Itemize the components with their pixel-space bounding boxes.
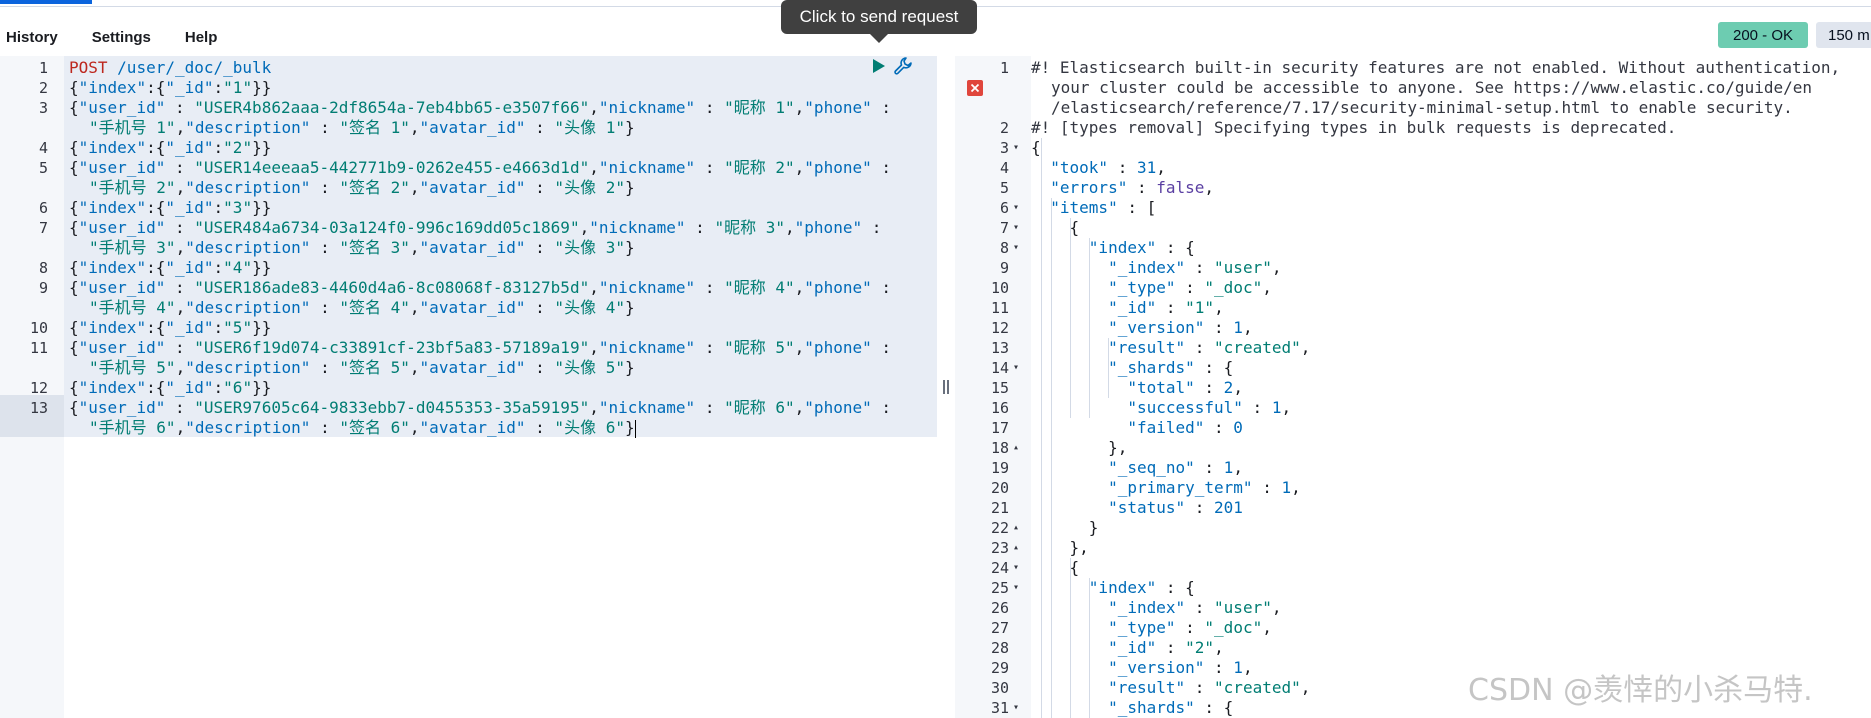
text-cursor xyxy=(634,419,636,438)
doc-description: 签名 5 xyxy=(348,358,401,377)
active-tab-indicator xyxy=(0,0,92,4)
id-value: 1 xyxy=(1194,298,1205,317)
result-value: created xyxy=(1223,678,1292,697)
doc-nickname: 昵称 4 xyxy=(733,278,786,297)
shards-failed-value: 0 xyxy=(1233,418,1243,437)
doc-avatar-id: 头像 6 xyxy=(564,418,616,437)
doc-nickname: 昵称 2 xyxy=(733,158,786,177)
doc-phone: 手机号 4 xyxy=(98,298,166,317)
doc-id: 1 xyxy=(232,78,243,97)
doc-description: 签名 3 xyxy=(348,238,401,257)
index-value: user xyxy=(1223,258,1263,277)
status-badge: 200 - OK xyxy=(1718,22,1808,48)
menu-help[interactable]: Help xyxy=(185,29,218,46)
send-request-tooltip: Click to send request xyxy=(781,0,977,34)
doc-nickname: 昵称 5 xyxy=(733,338,786,357)
deprecation-warning-line: #! [types removal] Specifying types in b… xyxy=(1031,118,1677,137)
type-value: _doc xyxy=(1214,618,1253,637)
wrench-icon[interactable] xyxy=(893,56,913,76)
doc-user-id: USER484a6734-03a124f0-996c169dd05c1869 xyxy=(203,218,570,237)
type-value: _doc xyxy=(1214,278,1253,297)
doc-id: 4 xyxy=(232,258,243,277)
doc-user-id: USER6f19d074-c33891cf-23bf5a83-57189a19 xyxy=(203,338,580,357)
shards-total-value: 2 xyxy=(1223,378,1234,397)
doc-description: 签名 1 xyxy=(348,118,401,137)
doc-user-id: USER186ade83-4460d4a6-8c08068f-83127b5d xyxy=(203,278,580,297)
security-warning-line: #! Elasticsearch built-in security featu… xyxy=(1031,58,1841,77)
doc-user-id: USER97605c64-9833ebb7-d0455353-35a59195 xyxy=(203,398,580,417)
doc-phone: 手机号 2 xyxy=(98,178,166,197)
doc-id: 2 xyxy=(232,138,243,157)
play-icon[interactable] xyxy=(870,56,888,76)
http-method: POST xyxy=(69,58,108,77)
version-value: 1 xyxy=(1233,658,1243,677)
primary-term-value: 1 xyxy=(1281,478,1292,497)
doc-phone: 手机号 1 xyxy=(98,118,166,137)
doc-description: 签名 2 xyxy=(348,178,401,197)
took-value: 31 xyxy=(1136,158,1157,177)
doc-nickname: 昵称 3 xyxy=(724,218,776,237)
result-value: created xyxy=(1223,338,1292,357)
resize-grip-icon xyxy=(943,380,949,394)
console-menu: History Settings Help xyxy=(0,22,245,52)
doc-phone: 手机号 3 xyxy=(98,238,166,257)
index-value: user xyxy=(1223,598,1263,617)
version-value: 1 xyxy=(1233,318,1243,337)
request-editor[interactable]: 1 POST /user/_doc/_bulk 2 {"index":{"_id":… xyxy=(0,56,937,718)
doc-id: 5 xyxy=(232,318,243,337)
watermark: CSDN @羡悻的小杀马特. xyxy=(1468,673,1813,708)
error-icon xyxy=(967,80,983,96)
doc-user-id: USER4b862aaa-2df8654a-7eb4bb65-e3507f66 xyxy=(203,98,580,117)
menu-history[interactable]: History xyxy=(6,29,58,46)
doc-id: 6 xyxy=(232,378,243,397)
doc-avatar-id: 头像 5 xyxy=(564,358,616,377)
doc-phone: 手机号 6 xyxy=(98,418,166,437)
doc-avatar-id: 头像 2 xyxy=(564,178,616,197)
request-time-badge: 150 m xyxy=(1816,22,1871,48)
doc-nickname: 昵称 6 xyxy=(733,398,786,417)
id-value: 2 xyxy=(1194,638,1205,657)
doc-user-id: USER14eeeaa5-442771b9-0262e455-e4663d1d xyxy=(203,158,580,177)
doc-description: 签名 6 xyxy=(348,418,401,437)
shards-successful-value: 1 xyxy=(1271,398,1282,417)
errors-value: false xyxy=(1156,178,1205,197)
doc-description: 签名 4 xyxy=(348,298,401,317)
doc-avatar-id: 头像 3 xyxy=(564,238,616,257)
request-path: /user/_doc/_bulk xyxy=(117,58,272,77)
security-warning-line: /elasticsearch/reference/7.17/security-m… xyxy=(1051,98,1793,117)
doc-nickname: 昵称 1 xyxy=(733,98,786,117)
panel-resizer[interactable] xyxy=(937,56,955,718)
doc-avatar-id: 头像 4 xyxy=(564,298,616,317)
tooltip-arrow xyxy=(870,34,888,43)
doc-avatar-id: 头像 1 xyxy=(564,118,616,137)
doc-id: 3 xyxy=(232,198,243,217)
seq-no-value: 1 xyxy=(1223,458,1234,477)
menu-settings[interactable]: Settings xyxy=(92,29,151,46)
item-status-value: 201 xyxy=(1214,498,1243,517)
response-viewer[interactable]: 1 #! Elasticsearch built-in security feat… xyxy=(955,56,1871,718)
doc-phone: 手机号 5 xyxy=(98,358,166,377)
security-warning-line: your cluster could be accessible to anyo… xyxy=(1051,78,1812,97)
